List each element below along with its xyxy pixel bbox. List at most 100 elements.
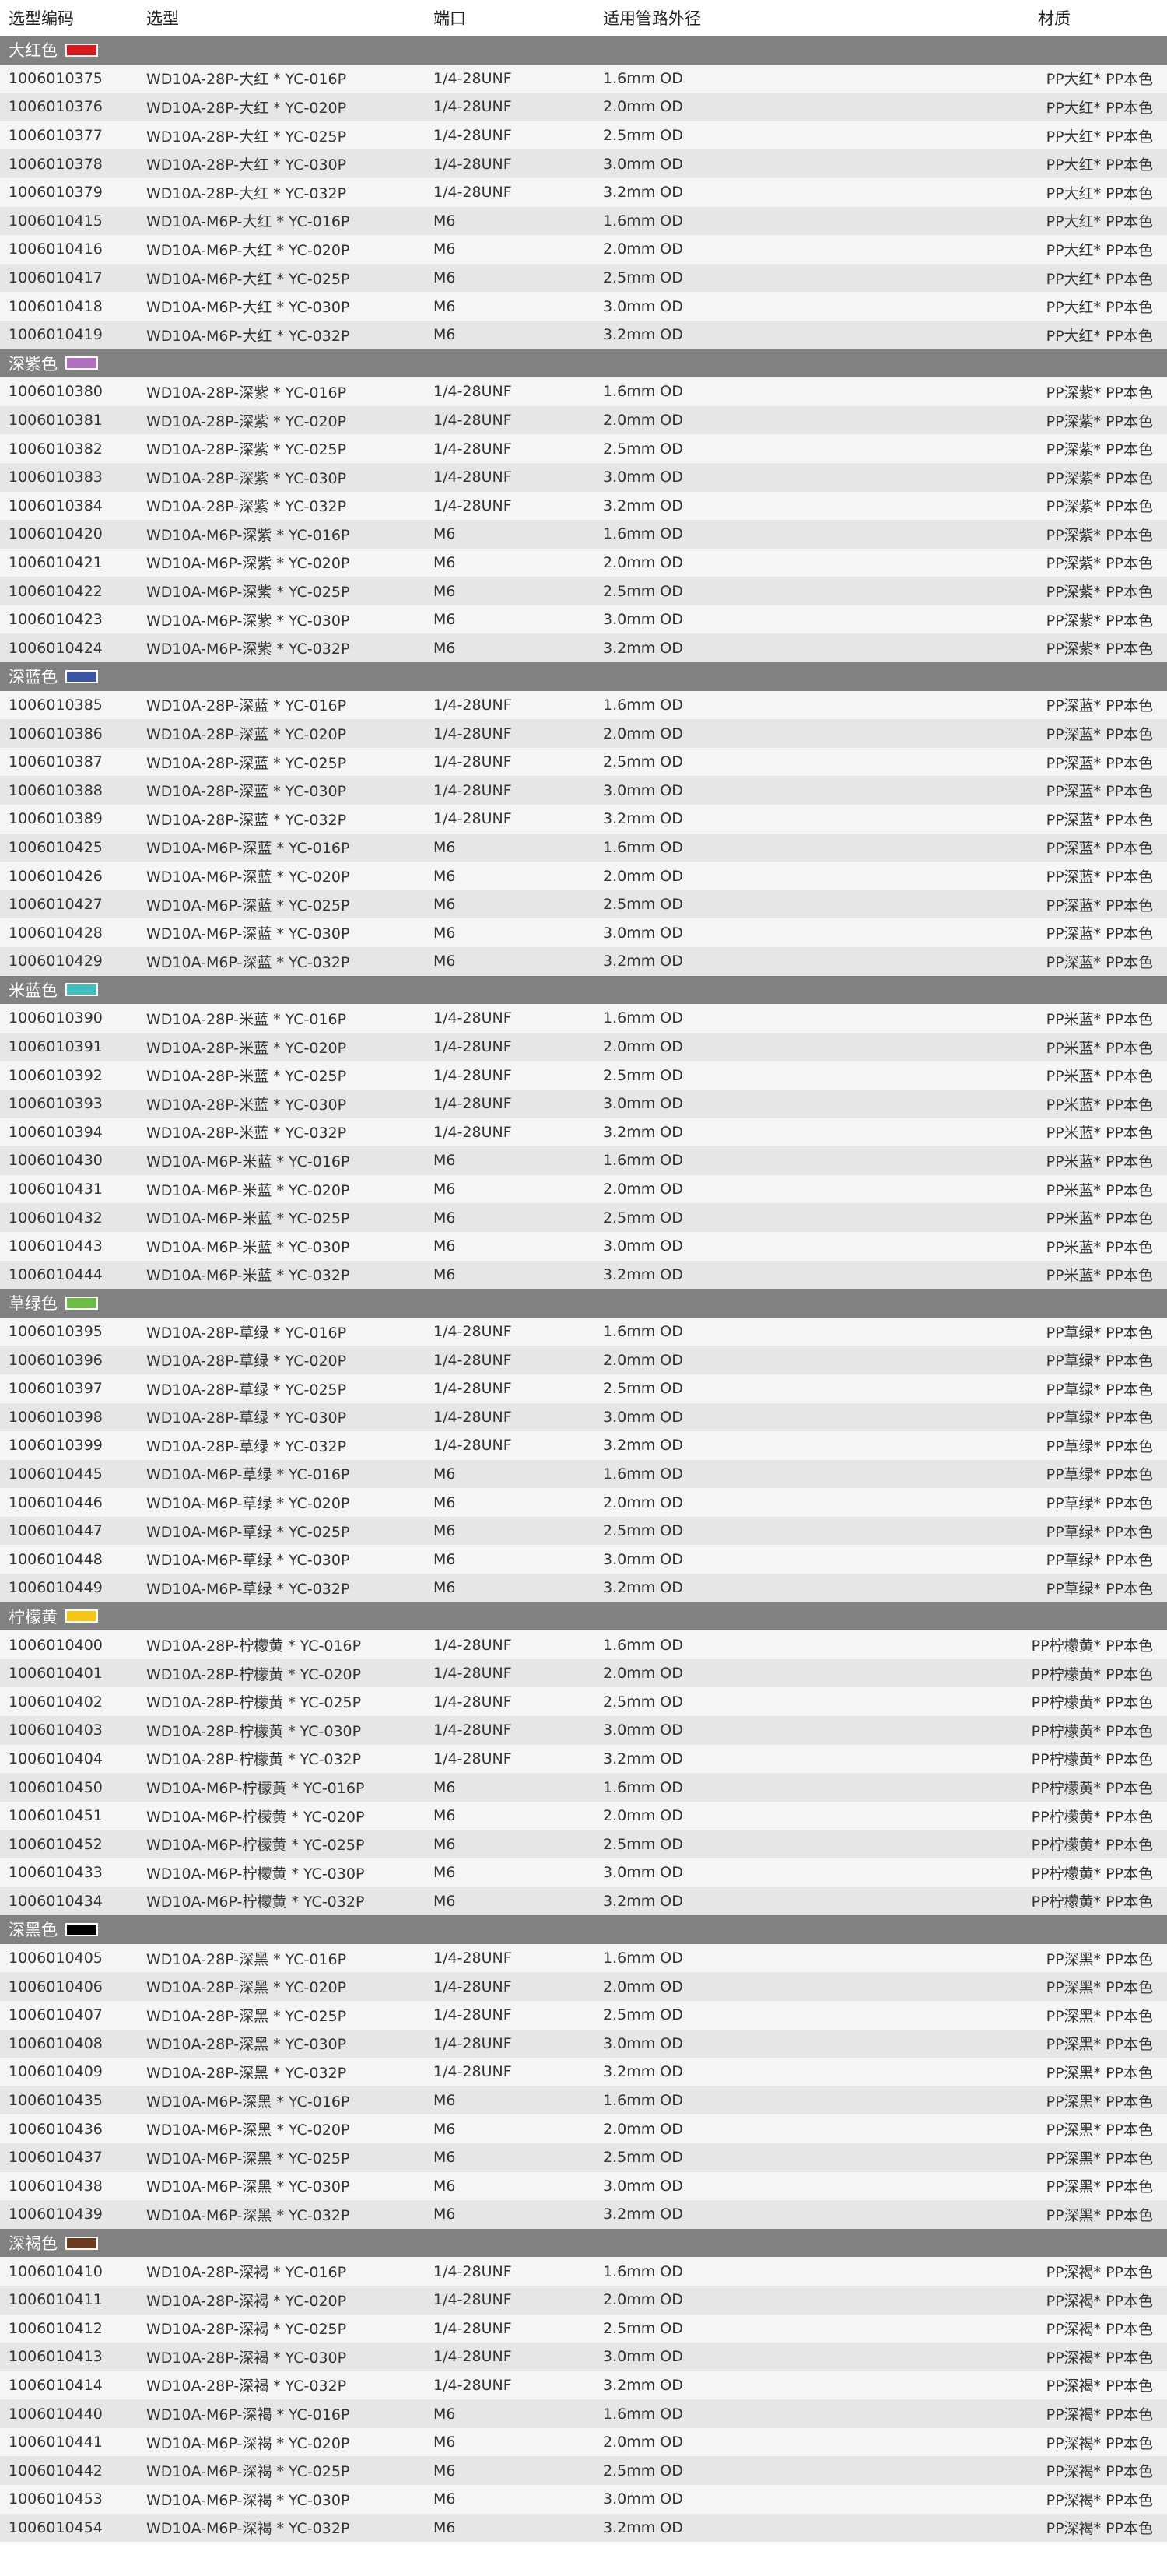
cell-tube-od: 1.6mm OD: [603, 2092, 683, 2110]
cell-model: WD10A-M6P-草绿 * YC-032P: [146, 1580, 350, 1598]
cell-tube-od: 1.6mm OD: [603, 1778, 683, 1796]
cell-model: WD10A-28P-深紫 * YC-025P: [146, 441, 347, 459]
table-row: 1006010377 WD10A-28P-大红 * YC-025P 1/4-28UN…: [0, 121, 1167, 150]
cell-model: WD10A-28P-草绿 * YC-020P: [146, 1353, 347, 1370]
cell-material: PP柠檬黄* PP本色: [1031, 1780, 1153, 1798]
cell-code: 1006010392: [9, 1066, 103, 1084]
cell-code: 1006010383: [9, 469, 103, 486]
cell-tube-od: 2.5mm OD: [603, 1693, 683, 1711]
cell-port: 1/4-28UNF: [433, 1437, 512, 1455]
table-row: 1006010417 WD10A-M6P-大红 * YC-025P M6 2.5mm …: [0, 263, 1167, 293]
cell-code: 1006010452: [9, 1835, 103, 1853]
table-row: 1006010408 WD10A-28P-深黑 * YC-030P 1/4-28UN…: [0, 2029, 1167, 2058]
cell-port: 1/4-28UNF: [433, 98, 512, 116]
table-row: 1006010407 WD10A-28P-深黑 * YC-025P 1/4-28UN…: [0, 2000, 1167, 2030]
table-row: 1006010395 WD10A-28P-草绿 * YC-016P 1/4-28UN…: [0, 1317, 1167, 1346]
cell-model: WD10A-M6P-深蓝 * YC-020P: [146, 869, 350, 886]
cell-material: PP草绿* PP本色: [1046, 1495, 1153, 1513]
cell-material: PP深褐* PP本色: [1046, 2321, 1153, 2339]
cell-material: PP深黑* PP本色: [1046, 1950, 1153, 1968]
cell-tube-od: 2.5mm OD: [603, 896, 683, 914]
table-row: 1006010439 WD10A-M6P-深黑 * YC-032P M6 3.2mm …: [0, 2200, 1167, 2229]
cell-code: 1006010401: [9, 1665, 103, 1683]
table-row: 1006010450 WD10A-M6P-柠檬黄 * YC-016P M6 1.6mm…: [0, 1773, 1167, 1802]
cell-code: 1006010381: [9, 412, 103, 430]
cell-material: PP深紫* PP本色: [1046, 441, 1153, 459]
color-swatch: [65, 43, 98, 57]
cell-port: M6: [433, 1835, 456, 1853]
table-row: 1006010443 WD10A-M6P-米蓝 * YC-030P M6 3.0mm …: [0, 1231, 1167, 1261]
cell-port: M6: [433, 1579, 456, 1597]
cell-port: M6: [433, 867, 456, 885]
cell-port: 1/4-28UNF: [433, 810, 512, 828]
color-group-label: 草绿色: [9, 1289, 98, 1318]
cell-port: 1/4-28UNF: [433, 2006, 512, 2024]
color-group-header: 米蓝色: [0, 975, 1167, 1005]
cell-port: M6: [433, 1493, 456, 1511]
table-row: 1006010436 WD10A-M6P-深黑 * YC-020P M6 2.0mm …: [0, 2114, 1167, 2143]
cell-model: WD10A-28P-深黑 * YC-032P: [146, 2064, 347, 2082]
cell-model: WD10A-28P-大红 * YC-030P: [146, 156, 347, 174]
cell-material: PP大红* PP本色: [1046, 156, 1153, 174]
cell-port: M6: [433, 1550, 456, 1568]
cell-model: WD10A-M6P-深黑 * YC-020P: [146, 2122, 350, 2139]
cell-material: PP柠檬黄* PP本色: [1031, 1893, 1153, 1911]
cell-code: 1006010421: [9, 553, 103, 571]
cell-tube-od: 3.0mm OD: [603, 1237, 683, 1255]
cell-code: 1006010408: [9, 2034, 103, 2052]
cell-tube-od: 3.2mm OD: [603, 2376, 683, 2394]
cell-material: PP米蓝* PP本色: [1046, 1153, 1153, 1170]
cell-model: WD10A-28P-深蓝 * YC-032P: [146, 811, 347, 829]
table-row: 1006010393 WD10A-28P-米蓝 * YC-030P 1/4-28UN…: [0, 1089, 1167, 1118]
cell-model: WD10A-M6P-柠檬黄 * YC-030P: [146, 1865, 365, 1883]
cell-model: WD10A-28P-米蓝 * YC-016P: [146, 1010, 347, 1028]
cell-code: 1006010390: [9, 1009, 103, 1027]
cell-material: PP深黑* PP本色: [1046, 2007, 1153, 2025]
cell-material: PP草绿* PP本色: [1046, 1523, 1153, 1541]
cell-model: WD10A-28P-深褐 * YC-020P: [146, 2292, 347, 2310]
color-group-name: 深褐色: [9, 2234, 58, 2254]
cell-port: M6: [433, 1237, 456, 1255]
table-row: 1006010449 WD10A-M6P-草绿 * YC-032P M6 3.2mm …: [0, 1574, 1167, 1602]
cell-tube-od: 2.5mm OD: [603, 269, 683, 287]
cell-port: 1/4-28UNF: [433, 155, 512, 173]
cell-material: PP深蓝* PP本色: [1046, 726, 1153, 744]
cell-model: WD10A-28P-深紫 * YC-030P: [146, 469, 347, 487]
cell-code: 1006010441: [9, 2434, 103, 2451]
cell-code: 1006010431: [9, 1181, 103, 1199]
cell-code: 1006010410: [9, 2262, 103, 2280]
cell-code: 1006010379: [9, 184, 103, 202]
cell-material: PP大红* PP本色: [1046, 241, 1153, 259]
cell-tube-od: 2.5mm OD: [603, 2462, 683, 2479]
table-row: 1006010386 WD10A-28P-深蓝 * YC-020P 1/4-28UN…: [0, 719, 1167, 748]
cell-material: PP深黑* PP本色: [1046, 2178, 1153, 2196]
cell-code: 1006010412: [9, 2319, 103, 2337]
cell-tube-od: 3.0mm OD: [603, 611, 683, 629]
cell-tube-od: 2.0mm OD: [603, 1038, 683, 1056]
cell-tube-od: 2.0mm OD: [603, 240, 683, 258]
cell-tube-od: 3.0mm OD: [603, 297, 683, 315]
cell-tube-od: 3.2mm OD: [603, 184, 683, 202]
cell-model: WD10A-28P-大红 * YC-016P: [146, 71, 347, 89]
cell-code: 1006010388: [9, 781, 103, 799]
cell-model: WD10A-M6P-柠檬黄 * YC-032P: [146, 1893, 365, 1911]
cell-port: 1/4-28UNF: [433, 2376, 512, 2394]
cell-port: M6: [433, 1209, 456, 1227]
cell-model: WD10A-28P-深蓝 * YC-020P: [146, 726, 347, 744]
color-group-header: 深紫色: [0, 349, 1167, 378]
cell-tube-od: 1.6mm OD: [603, 1950, 683, 1967]
header-material: 材质: [1038, 9, 1071, 28]
cell-code: 1006010436: [9, 2120, 103, 2138]
cell-model: WD10A-28P-草绿 * YC-025P: [146, 1381, 347, 1399]
cell-tube-od: 2.0mm OD: [603, 553, 683, 571]
table-row: 1006010422 WD10A-M6P-深紫 * YC-025P M6 2.5mm …: [0, 577, 1167, 605]
cell-tube-od: 3.2mm OD: [603, 1892, 683, 1910]
cell-model: WD10A-28P-深蓝 * YC-030P: [146, 783, 347, 801]
color-group-name: 草绿色: [9, 1294, 58, 1314]
cell-code: 1006010449: [9, 1579, 103, 1597]
table-row: 1006010378 WD10A-28P-大红 * YC-030P 1/4-28UN…: [0, 149, 1167, 178]
cell-material: PP深褐* PP本色: [1046, 2292, 1153, 2310]
table-row: 1006010435 WD10A-M6P-深黑 * YC-016P M6 1.6mm …: [0, 2086, 1167, 2115]
cell-material: PP深黑* PP本色: [1046, 2150, 1153, 2167]
cell-model: WD10A-28P-深褐 * YC-016P: [146, 2264, 347, 2282]
